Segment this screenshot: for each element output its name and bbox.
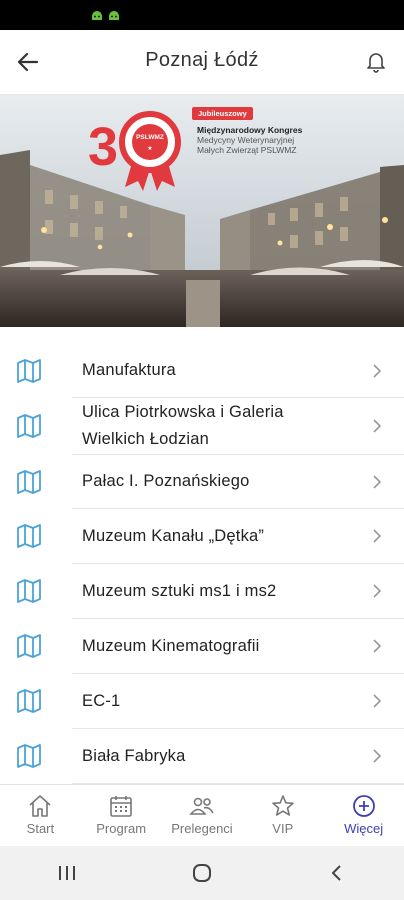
list-item-label: Muzeum sztuki ms1 i ms2 [82, 581, 277, 600]
list-item[interactable]: Muzeum Kanału „Dętka” [17, 509, 404, 564]
android-icon [109, 11, 119, 20]
chevron-right-icon [373, 474, 382, 489]
page-title: Poznaj Łódź [145, 49, 259, 71]
recents-button[interactable] [47, 853, 87, 893]
list-item-label: Muzeum Kinematografii [82, 636, 260, 655]
map-icon [17, 358, 41, 383]
app-bar: Poznaj Łódź [0, 30, 404, 95]
congress-line-2: Medycyny Weterynaryjnej [197, 135, 295, 145]
svg-text:★: ★ [147, 145, 152, 152]
nav-label: Więcej [344, 821, 384, 836]
congress-line-1: Międzynarodowy Kongres [197, 125, 303, 135]
notifications-button[interactable] [362, 48, 390, 76]
congress-line-3: Małych Zwierząt PSLWMZ [197, 145, 297, 155]
system-back-button[interactable] [317, 853, 357, 893]
plus-circle-icon [352, 795, 375, 817]
people-icon [189, 797, 214, 815]
map-icon [17, 414, 41, 438]
system-nav-bar [0, 846, 404, 900]
nav-vip[interactable]: VIP [242, 785, 323, 847]
chevron-right-icon [373, 749, 382, 763]
nav-label: Prelegenci [171, 821, 233, 836]
places-list: Manufaktura Ulica Piotrkowska i Galeria … [0, 344, 404, 784]
nav-prelegenci[interactable]: Prelegenci [162, 785, 243, 847]
chevron-right-icon [373, 584, 382, 598]
chevron-right-icon [373, 529, 382, 543]
list-item[interactable]: Ulica Piotrkowska i Galeria Wielkich Łod… [17, 398, 404, 455]
star-icon [271, 795, 294, 816]
list-item[interactable]: Manufaktura [17, 344, 404, 398]
nav-start[interactable]: Start [0, 785, 81, 847]
list-item-label: Ulica Piotrkowska i Galeria Wielkich Łod… [82, 403, 284, 448]
bottom-nav: Start Program Prelegenci VIP Więcej [0, 784, 404, 847]
list-item-label: Muzeum Kanału „Dętka” [82, 526, 265, 545]
chevron-right-icon [373, 419, 382, 433]
back-chevron-icon [331, 865, 341, 881]
list-item[interactable]: Pałac I. Poznańskiego [17, 455, 404, 509]
congress-title: Międzynarodowy Kongres Medycyny Weteryna… [197, 125, 377, 155]
map-icon [17, 689, 41, 713]
map-icon [17, 634, 41, 658]
banner-image: 3 PSLWMZ ★ Jubileuszowy Międzynarodowy K… [0, 95, 404, 327]
svg-text:3: 3 [88, 117, 118, 177]
list-item-label: Pałac I. Poznańskiego [82, 472, 250, 490]
calendar-icon [110, 796, 132, 817]
nav-label: Start [26, 821, 55, 836]
map-icon [17, 744, 41, 768]
map-icon [17, 469, 41, 494]
map-icon [17, 579, 41, 603]
chevron-right-icon [373, 639, 382, 653]
list-item[interactable]: EC-1 [17, 674, 404, 729]
bell-icon [367, 53, 385, 73]
list-item[interactable]: Biała Fabryka [17, 729, 404, 784]
nav-wiecej[interactable]: Więcej [323, 785, 404, 847]
chevron-right-icon [373, 363, 382, 378]
home-button[interactable] [182, 853, 222, 893]
list-item-label: Manufaktura [82, 361, 176, 379]
status-bar [0, 0, 404, 30]
logo-ribbon-text: PSLWMZ [136, 134, 164, 141]
nav-label: VIP [272, 821, 294, 836]
android-icon [92, 11, 102, 20]
chevron-right-icon [373, 694, 382, 708]
nav-program[interactable]: Program [81, 785, 162, 847]
list-item[interactable]: Muzeum Kinematografii [17, 619, 404, 674]
list-item[interactable]: Muzeum sztuki ms1 i ms2 [17, 564, 404, 619]
nav-label: Program [96, 821, 147, 836]
home-icon [29, 795, 51, 817]
home-circle-icon [192, 864, 211, 882]
list-item-label: EC-1 [82, 691, 121, 710]
map-icon [17, 524, 41, 548]
recents-icon [59, 866, 76, 880]
jubilee-badge: Jubileuszowy [192, 107, 253, 120]
list-item-label: Biała Fabryka [82, 746, 186, 765]
